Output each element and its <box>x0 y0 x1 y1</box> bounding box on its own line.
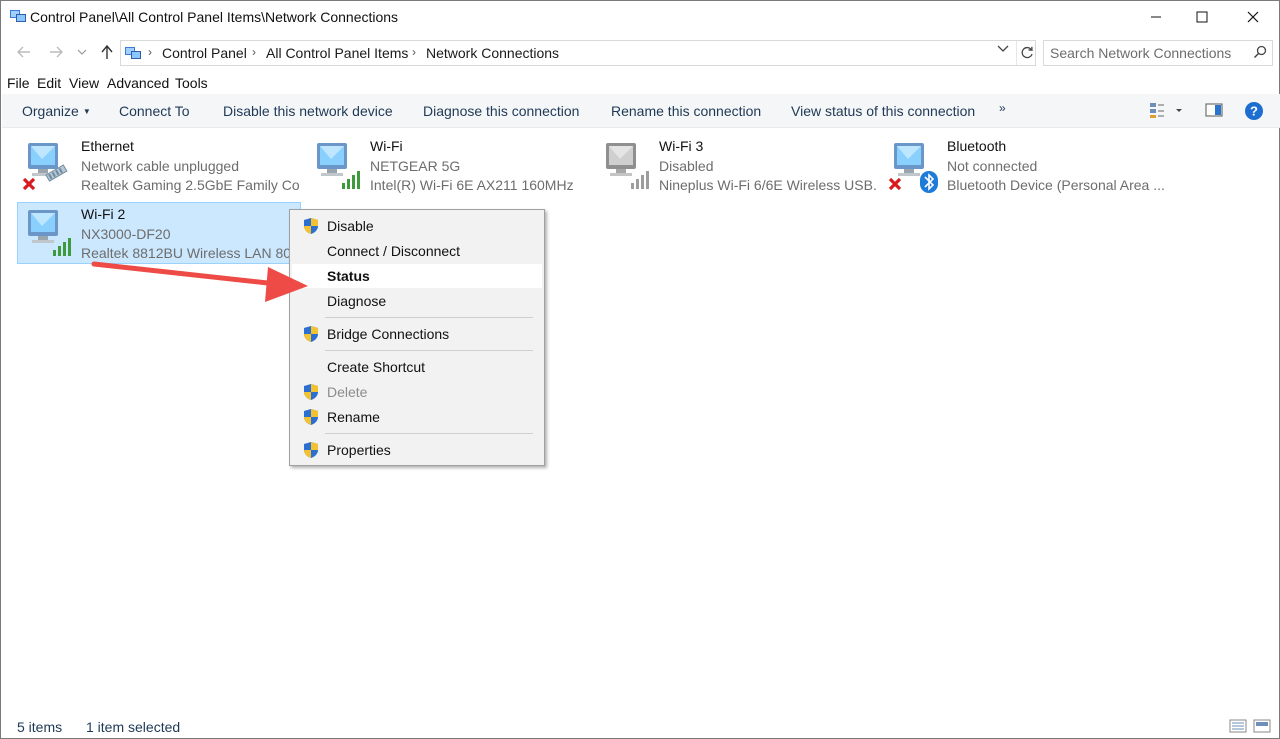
network-connections-window: Control Panel\All Control Panel Items\Ne… <box>0 0 1280 739</box>
large-icons-view-button[interactable] <box>1253 718 1271 737</box>
items-count: 5 items <box>17 719 63 735</box>
selection-count: 1 item selected <box>86 719 181 735</box>
details-view-button[interactable] <box>1229 718 1247 737</box>
status-bar: 5 items 1 item selected <box>1 714 1279 738</box>
annotation-arrow <box>91 261 308 302</box>
details-view-icon <box>1229 719 1247 733</box>
tiles-view-icon <box>1253 719 1271 733</box>
